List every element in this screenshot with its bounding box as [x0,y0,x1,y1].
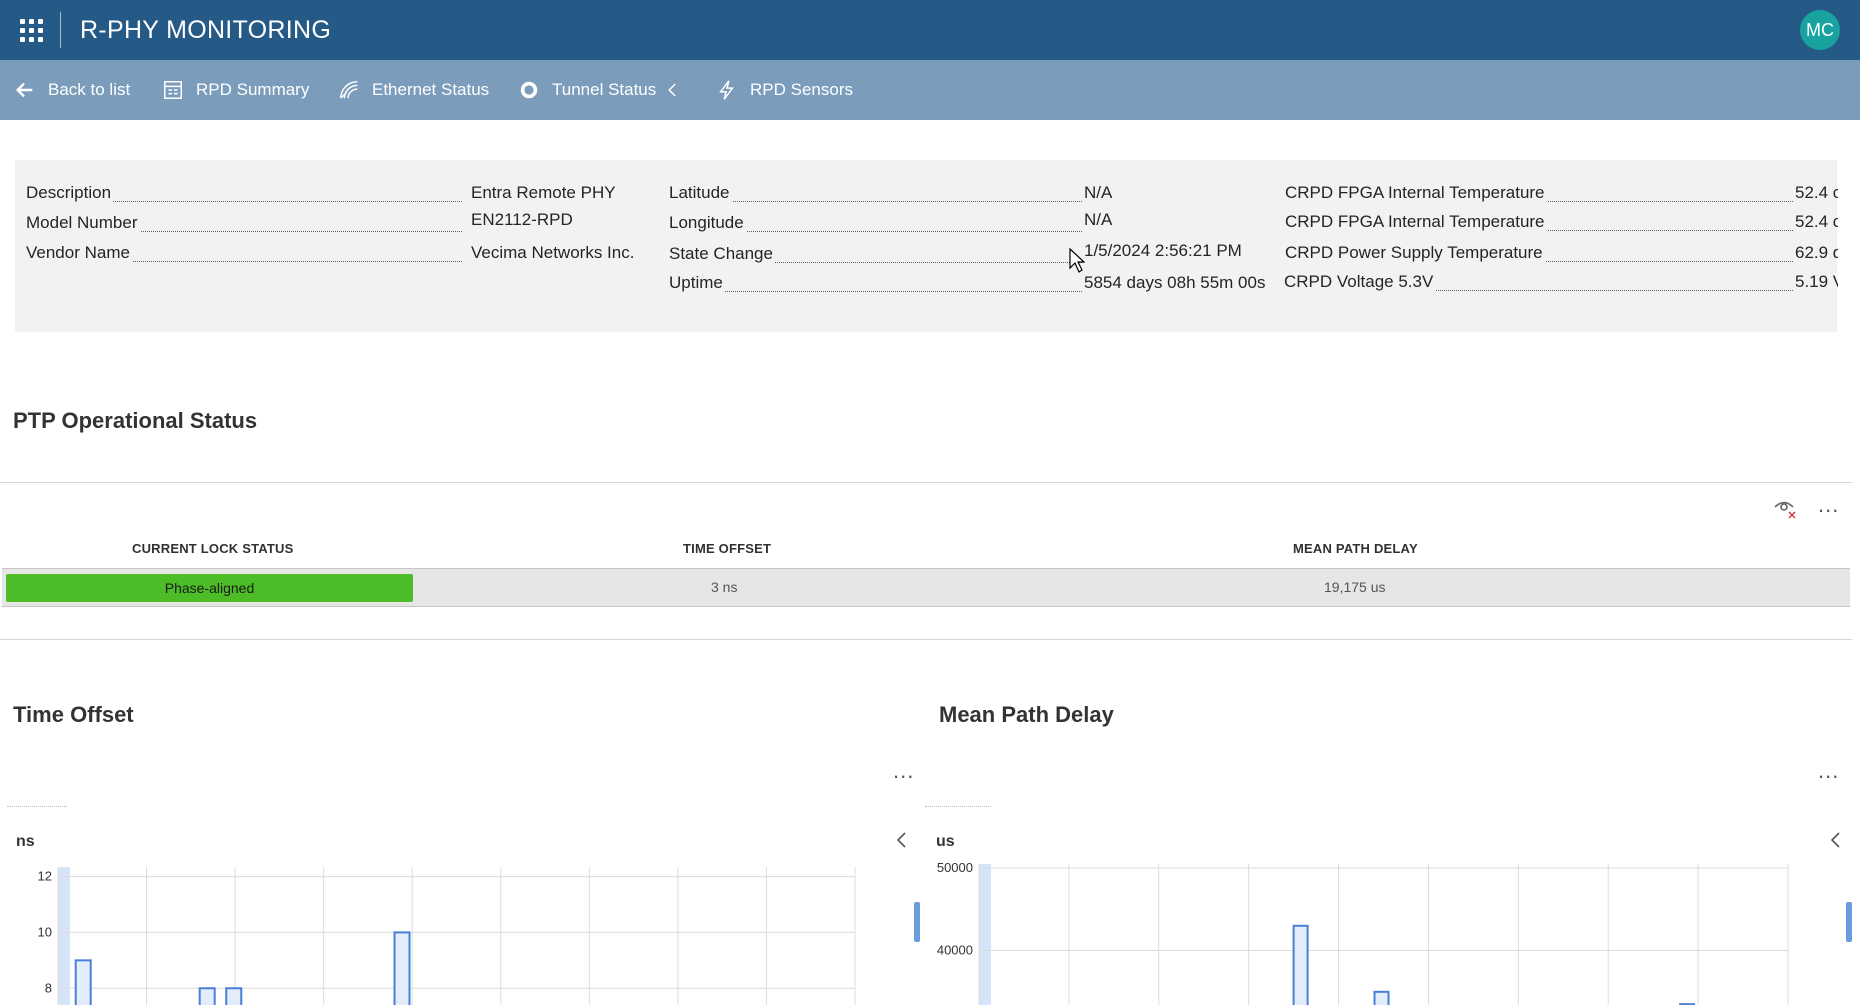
chart-bar[interactable] [225,987,243,1005]
mean-path-delay-more-options-icon[interactable]: ... [1818,758,1839,784]
mean-path-delay-collapse-chevron-icon[interactable] [1826,830,1846,850]
time-offset-legend-divider [7,806,67,807]
hide-visual-icon[interactable] [1772,495,1798,521]
lock-status-badge: Phase-aligned [6,574,413,602]
ethernet-status-label: Ethernet Status [372,80,490,99]
mean-path-delay-scroll-indicator[interactable] [1846,902,1852,942]
chevron-left-icon[interactable] [664,81,682,99]
info-value-voltage: 5.19 V [1795,272,1838,291]
chart-bar[interactable] [74,959,92,1005]
chart-bar[interactable] [198,987,216,1005]
back-to-list-button[interactable]: Back to list [14,60,130,120]
summary-grid-icon [164,81,182,99]
avatar[interactable]: MC [1800,10,1840,50]
info-field-fpga-temp-1: CRPD FPGA Internal Temperature [1285,183,1793,205]
mouse-cursor-icon [1069,248,1085,273]
time-offset-collapse-chevron-icon[interactable] [892,830,912,850]
mean-path-delay-legend-divider [925,806,991,807]
time-offset-scroll-indicator[interactable] [914,902,920,942]
info-value-uptime: 5854 days 08h 55m 00s [1084,273,1266,292]
ptp-bottom-divider [0,639,1852,640]
chart-range-highlight [979,864,991,1005]
chart-y-tick-label: 8 [45,980,52,995]
app-launcher-icon[interactable] [18,17,43,42]
info-field-voltage: CRPD Voltage 5.3V [1284,272,1793,294]
ptp-section-title: PTP Operational Status [13,408,258,433]
mean-path-delay-y-unit: us [936,833,955,850]
info-value-state-change: 1/5/2024 2:56:21 PM [1084,241,1242,260]
rpd-sensors-label: RPD Sensors [750,80,853,99]
ethernet-signal-icon [340,81,358,99]
rpd-summary-label: RPD Summary [196,80,310,99]
chart-y-tick-label: 10 [38,924,52,939]
col-header-lock-status[interactable]: CURRENT LOCK STATUS [132,541,293,556]
mean-path-delay-chart: 40000 50000 [937,860,1789,1005]
time-offset-more-options-icon[interactable]: ... [893,758,914,784]
info-value-power-supply-temp: 62.9 d [1795,243,1838,262]
info-value-latitude: N/A [1084,183,1113,202]
chart-y-tick-label: 50000 [937,860,973,875]
info-field-description: Description [26,183,462,205]
info-field-power-supply-temp: CRPD Power Supply Temperature [1285,243,1793,265]
mean-path-delay-cell: 19,175 us [1324,579,1386,595]
chart-range-highlight [58,867,70,1005]
title-divider [60,12,61,48]
time-offset-cell: 3 ns [711,579,738,595]
tunnel-circle-icon [520,81,538,99]
info-field-state-change: State Change [669,244,1082,266]
info-value-longitude: N/A [1084,210,1113,229]
ptp-top-divider [0,482,1852,483]
chart-bar[interactable] [1292,924,1309,1005]
command-bar: Back to list RPD Summary Ethernet Status… [0,60,1860,120]
info-field-model-number: Model Number [26,213,462,235]
lightning-icon [719,80,734,100]
arrow-left-icon [15,82,33,98]
info-value-fpga-temp-1: 52.4 c [1795,183,1838,202]
app-title: R-PHY MONITORING [80,16,332,44]
top-bar: R-PHY MONITORING MC [0,0,1860,60]
time-offset-y-unit: ns [16,833,35,850]
info-field-uptime: Uptime [669,273,1082,295]
rpd-sensors-button[interactable]: RPD Sensors [716,60,853,120]
time-offset-chart-title: Time Offset [13,702,134,727]
mean-path-delay-chart-title: Mean Path Delay [939,702,1114,727]
info-value-description: Entra Remote PHY [471,183,616,202]
chart-y-tick-label: 40000 [937,943,973,958]
tunnel-status-label: Tunnel Status [552,80,657,99]
time-offset-chart: 8 10 12 [38,867,856,1005]
chart-bar[interactable] [1373,990,1390,1005]
back-to-list-label: Back to list [48,80,131,99]
info-field-latitude: Latitude [669,183,1082,205]
info-field-vendor-name: Vendor Name [26,243,462,265]
rpd-summary-button[interactable]: RPD Summary [162,60,309,120]
ethernet-status-button[interactable]: Ethernet Status [338,60,489,120]
info-value-fpga-temp-2: 52.4 c [1795,212,1838,231]
info-value-model-number: EN2112-RPD [471,210,573,229]
info-value-vendor-name: Vecima Networks Inc. [471,243,635,262]
tunnel-status-button[interactable]: Tunnel Status [518,60,682,120]
col-header-time-offset[interactable]: TIME OFFSET [683,541,771,556]
info-field-fpga-temp-2: CRPD FPGA Internal Temperature [1285,212,1793,234]
chart-bar[interactable] [393,931,411,1005]
col-header-mean-path-delay[interactable]: MEAN PATH DELAY [1293,541,1418,556]
chart-y-tick-label: 12 [38,869,52,884]
info-field-longitude: Longitude [669,213,1082,235]
ptp-more-options-icon[interactable]: ... [1818,492,1839,518]
